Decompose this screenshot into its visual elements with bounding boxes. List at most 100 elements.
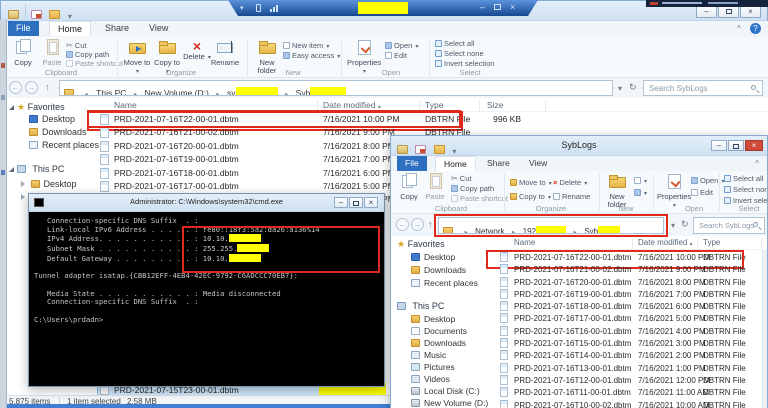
search-input[interactable]: Search SybLogs	[643, 80, 763, 96]
file-row[interactable]: PRD-2021-07-16T21-00-02.dbtm 7/16/2021 9…	[498, 264, 763, 276]
file-row[interactable]: PRD-2021-07-16T11-00-01.dbtm 7/16/2021 1…	[498, 387, 763, 399]
sidebar-item[interactable]: Desktop	[411, 314, 455, 324]
address-bar[interactable]: ▸ Network ▸ 192 ▸ Syb	[438, 217, 664, 234]
file-row[interactable]: PRD-2021-07-16T18-00-01.dbtm 7/16/2021 6…	[498, 301, 763, 313]
sidebar-item[interactable]: Desktop	[29, 114, 75, 124]
address-bar[interactable]: ▸ This PC ▸ New Volume (D:) ▸ sy ▸ Syb	[59, 80, 613, 96]
qat-properties-icon[interactable]	[31, 10, 42, 20]
column-divider[interactable]	[479, 100, 480, 111]
syb-maximize-button[interactable]	[728, 140, 744, 151]
sidebar-item[interactable]: Recent places	[411, 278, 478, 288]
paste-shortcut-button[interactable]: Paste shortcut	[451, 194, 508, 203]
sidebar-item[interactable]: Desktop	[411, 252, 455, 262]
back-button[interactable]: ←	[9, 81, 22, 94]
file-row[interactable]: PRD-2021-07-16T20-00-01.dbtm 7/16/2021 8…	[498, 276, 763, 289]
paste-button[interactable]: Paste	[423, 173, 447, 201]
select-none-button[interactable]: Select none	[724, 185, 767, 194]
sidebar-favorites-header[interactable]: ★ Favorites	[9, 102, 65, 113]
file-row[interactable]: PRD-2021-07-16T22-00-01.dbtm 7/16/2021 1…	[87, 110, 768, 132]
easy-access-button[interactable]: Easy access ▾	[283, 51, 340, 60]
breadcrumb-syb[interactable]: Syb	[296, 88, 311, 95]
cut-button[interactable]: ✂ Cut	[451, 174, 471, 183]
copy-path-button[interactable]: Copy path	[66, 50, 109, 59]
file-row[interactable]: PRD-2021-07-16T19-00-01.dbtm 7/16/2021 7…	[498, 288, 763, 301]
column-divider[interactable]	[632, 238, 633, 249]
sidebar-item[interactable]: New Volume (D:)	[411, 398, 488, 408]
copy-button[interactable]: Copy	[9, 39, 37, 67]
column-header-size[interactable]: Size	[487, 100, 504, 110]
file-row[interactable]: PRD-2021-07-16T12-00-01.dbtm 7/16/2021 1…	[498, 374, 763, 387]
rename-button[interactable]: Rename	[209, 39, 241, 67]
select-none-button[interactable]: Select none	[435, 49, 484, 58]
column-divider[interactable]	[697, 238, 698, 249]
sidebar-item[interactable]: Downloads	[29, 127, 87, 137]
move-to-button[interactable]: Move to ▾	[510, 178, 552, 187]
breadcrumb-this-pc[interactable]: This PC	[96, 88, 126, 95]
rdp-restore-button[interactable]	[494, 4, 501, 10]
new-folder-button[interactable]: New folder	[603, 173, 631, 208]
tab-file[interactable]: File	[8, 21, 39, 36]
ribbon-collapse-icon[interactable]: ^	[737, 24, 741, 33]
rdp-dropdown-icon[interactable]: ▾	[240, 4, 244, 12]
syb-minimize-button[interactable]: –	[711, 140, 727, 151]
forward-button[interactable]: →	[411, 218, 424, 231]
file-row[interactable]: PRD-2021-07-16T13-00-01.dbtm 7/16/2021 1…	[498, 362, 763, 375]
column-header-date[interactable]: Date modified ▴	[323, 100, 381, 110]
cmd-close-button[interactable]: ×	[364, 197, 378, 208]
sidebar-item[interactable]: Videos	[411, 374, 450, 384]
refresh-icon[interactable]: ↻	[629, 82, 637, 93]
taskbar-strip[interactable]	[0, 404, 390, 408]
column-divider[interactable]	[761, 238, 762, 249]
syb-close-button[interactable]: ×	[745, 140, 763, 151]
column-divider[interactable]	[545, 100, 546, 111]
rename-button[interactable]: Rename	[553, 192, 590, 201]
rdp-minimize-button[interactable]: –	[480, 2, 485, 12]
address-dropdown-icon[interactable]: ▾	[671, 221, 675, 230]
select-all-button[interactable]: Select all	[724, 174, 763, 183]
copy-to-button[interactable]: Copy to ▾	[510, 192, 551, 201]
sidebar-favorites-header[interactable]: ★ Favorites	[397, 239, 445, 250]
up-button[interactable]: ↑	[428, 219, 433, 229]
invert-selection-button[interactable]: Invert selection	[435, 59, 494, 68]
refresh-icon[interactable]: ↻	[681, 219, 689, 230]
column-header-name[interactable]: Name	[114, 100, 137, 110]
breadcrumb-syb[interactable]: Syb	[584, 227, 598, 233]
cmd-minimize-button[interactable]: –	[334, 197, 348, 208]
file-row[interactable]: PRD-2021-07-16T15-00-01.dbtm 7/16/2021 3…	[498, 338, 763, 350]
copy-button[interactable]: Copy	[397, 173, 421, 201]
edit-button[interactable]: Edit	[691, 188, 713, 197]
sidebar-item[interactable]: Local Disk (C:)	[411, 386, 480, 396]
column-divider[interactable]	[419, 100, 420, 111]
tab-file[interactable]: File	[397, 156, 427, 171]
paste-button[interactable]: Paste	[38, 39, 66, 67]
new-item-button[interactable]: New item ▾	[283, 41, 329, 50]
breadcrumb-new-volume[interactable]: New Volume (D:)	[145, 88, 209, 95]
open-button[interactable]: Open ▾	[385, 41, 418, 50]
tab-home[interactable]: Home	[435, 156, 476, 171]
delete-button[interactable]: × Delete ▾	[553, 178, 587, 187]
rdp-close-button[interactable]: ×	[510, 2, 515, 12]
tab-home[interactable]: Home	[49, 21, 92, 36]
breadcrumb-192[interactable]: 192	[523, 227, 536, 233]
tab-view[interactable]: View	[141, 21, 176, 36]
copy-path-button[interactable]: Copy path	[451, 184, 494, 193]
back-button[interactable]: ←	[396, 218, 409, 231]
tab-share[interactable]: Share	[479, 156, 518, 171]
file-row[interactable]: PRD-2021-07-16T10-00-02.dbtm 7/16/2021 1…	[498, 399, 763, 408]
breadcrumb-sy[interactable]: sy	[227, 88, 236, 95]
file-row[interactable]: PRD-2021-07-16T16-00-01.dbtm 7/16/2021 4…	[498, 325, 763, 338]
paste-shortcut-button[interactable]: Paste shortcut	[66, 59, 123, 68]
qat-new-folder-icon[interactable]	[49, 10, 61, 20]
ribbon-collapse-icon[interactable]: ^	[755, 159, 759, 168]
sidebar-item[interactable]: Pictures	[411, 362, 455, 372]
sidebar-this-pc-header[interactable]: This PC	[397, 301, 444, 311]
cmd-maximize-button[interactable]	[349, 197, 363, 208]
column-header-type[interactable]: Type	[425, 100, 443, 110]
sidebar-this-pc-header[interactable]: This PC	[9, 164, 64, 174]
file-row[interactable]: PRD-2021-07-16T14-00-01.dbtm 7/16/2021 2…	[498, 350, 763, 362]
sidebar-item[interactable]: Music	[411, 350, 446, 360]
easy-access-button[interactable]: ▾	[634, 188, 647, 197]
sidebar-item[interactable]: Downloads	[411, 338, 466, 348]
breadcrumb-network[interactable]: Network	[475, 227, 504, 233]
select-all-button[interactable]: Select all	[435, 39, 474, 48]
